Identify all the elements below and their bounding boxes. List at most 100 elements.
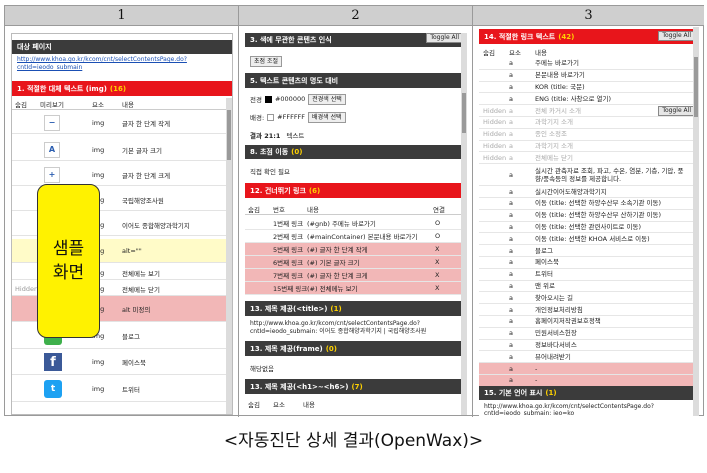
link-text-value[interactable]: 페이스북 bbox=[535, 258, 689, 266]
background-row: 배경: #FFFFFF 배경색 선택 bbox=[245, 111, 467, 123]
link-number: 1번째 링크 bbox=[273, 220, 304, 228]
table-row: a 정보바다서비스 bbox=[479, 340, 699, 352]
link-text-value[interactable]: 본문내용 바로가기 bbox=[535, 71, 689, 79]
font-larger-icon: + bbox=[44, 166, 60, 183]
scrollbar-thumb[interactable] bbox=[694, 57, 698, 117]
link-status: X bbox=[435, 271, 440, 279]
target-page-url[interactable]: http://www.khoa.go.kr/kcom/cnt/selectCon… bbox=[12, 56, 232, 80]
col-hidden: 숨김 bbox=[248, 401, 260, 409]
element-type: a bbox=[509, 118, 513, 127]
link-text-value[interactable]: 민원서비스헌장 bbox=[535, 329, 689, 337]
link-text-value[interactable]: 뷰어내려받기 bbox=[535, 353, 689, 361]
col-element: 요소 bbox=[92, 100, 104, 109]
link-text-value[interactable]: 찾아오시는 길 bbox=[535, 294, 689, 302]
section-contrast: 5. 텍스트 콘텐츠의 명도 대비 bbox=[245, 73, 467, 88]
link-text-value[interactable]: - bbox=[535, 365, 689, 373]
table-row: Hidden a 과학기지 소개 bbox=[479, 117, 699, 129]
link-text-value[interactable]: 맨 위로 bbox=[535, 282, 689, 290]
col-number: 번호 bbox=[273, 205, 285, 214]
scrollbar-thumb[interactable] bbox=[462, 93, 466, 133]
col-hidden: 숨김 bbox=[248, 205, 260, 214]
element-type: a bbox=[509, 234, 513, 243]
table-row: − img 글자 한 단계 작게 bbox=[12, 112, 232, 134]
section-frame-title: 13. 제목 제공(frame) (0) bbox=[245, 341, 467, 356]
background-swatch bbox=[267, 113, 275, 121]
link-target: (#) 글자 한 단계 크게 bbox=[307, 272, 368, 280]
alt-text-value: 이어도 종합해양과학기지 bbox=[122, 221, 190, 230]
col-element: 요소 bbox=[509, 48, 521, 57]
link-text-value[interactable]: 과학기지 소개 bbox=[535, 142, 689, 150]
link-text-value[interactable]: 개인정보처리방침 bbox=[535, 306, 689, 314]
table-row: Hidden a 종인 소정조 bbox=[479, 129, 699, 141]
link-text-value[interactable]: 종인 소정조 bbox=[535, 130, 689, 138]
link-text-value[interactable]: 이동 (title: 선택한 KHOA 서비스로 이동) bbox=[535, 235, 689, 243]
section-count: (42) bbox=[558, 32, 575, 41]
element-type: img bbox=[92, 385, 105, 393]
section-title: 8. 초점 이동 bbox=[250, 148, 289, 156]
focus-adjust-button[interactable]: 초점 조절 bbox=[250, 55, 282, 67]
scrollbar-thumb[interactable] bbox=[227, 110, 231, 160]
section-title: 1. 적절한 대체 텍스트 (img) bbox=[17, 84, 107, 93]
table-row: a 트위터 bbox=[479, 269, 699, 281]
link-text-value[interactable]: 실시간이어도해양과학기지 bbox=[535, 188, 689, 196]
table-header: 숨김 번호 내용 연결 bbox=[245, 203, 467, 215]
link-text-value[interactable]: 이동 (title: 선택한 하양수산부 산하기관 이동) bbox=[535, 211, 689, 219]
alt-text-value: alt 미정의 bbox=[122, 305, 151, 314]
link-text-value[interactable]: ENG (title: 사창으로 열기) bbox=[535, 95, 689, 103]
link-text-value[interactable]: 이동 (title: 선택한 관련사이트로 이동) bbox=[535, 223, 689, 231]
section-language: 15. 기본 언어 표시 (1) bbox=[479, 386, 699, 400]
table-row: 2번째 링크 (#mainContainer) 본문내용 바로가기 O bbox=[245, 230, 467, 243]
link-text-value[interactable]: 블로그 bbox=[535, 247, 689, 255]
section-title: 13. 제목 제공(<h1>~<h6>) bbox=[250, 382, 349, 391]
background-select-button[interactable]: 배경색 선택 bbox=[308, 111, 346, 123]
element-type: img bbox=[92, 118, 105, 127]
sample-screen-text: 샘플 화면 bbox=[52, 239, 85, 283]
section-count: (1) bbox=[545, 389, 557, 397]
section-skip-links: 12. 건너뛰기 링크 (6) bbox=[245, 183, 467, 198]
link-text-value[interactable]: 주메뉴 바로가기 bbox=[535, 59, 689, 67]
link-number: 6번째 링크 bbox=[273, 259, 304, 267]
table-row: a 블로그 bbox=[479, 245, 699, 257]
element-type: a bbox=[509, 293, 513, 302]
alt-text-value: 글자 한 단계 작게 bbox=[122, 119, 171, 128]
section-title: 15. 기본 언어 표시 bbox=[484, 389, 543, 397]
link-text-value[interactable]: - bbox=[535, 376, 689, 384]
foreground-row: 전경 #000000 전경색 선택 bbox=[245, 93, 467, 105]
section-count: (0) bbox=[325, 344, 337, 353]
table-row: a 홈페이지저작권보호정책 bbox=[479, 316, 699, 328]
hidden-flag: Hidden bbox=[483, 130, 507, 139]
scrollbar[interactable] bbox=[226, 98, 232, 414]
link-text-value[interactable]: 정보바다서비스 bbox=[535, 341, 689, 349]
link-text-value[interactable]: 과학기지 소개 bbox=[535, 118, 689, 126]
link-text-value[interactable]: 홈페이지저작권보호정책 bbox=[535, 317, 689, 325]
foreground-value: #000000 bbox=[274, 95, 306, 103]
element-type: a bbox=[509, 352, 513, 361]
link-status: O bbox=[435, 219, 441, 227]
section-count: (7) bbox=[351, 382, 363, 391]
foreground-select-button[interactable]: 전경색 선택 bbox=[308, 93, 346, 105]
toggle-all-button[interactable]: Toggle All bbox=[658, 31, 695, 41]
link-text-value[interactable]: 트위터 bbox=[535, 270, 689, 278]
element-type: a bbox=[509, 270, 513, 279]
element-type: a bbox=[509, 340, 513, 349]
facebook-icon: f bbox=[44, 353, 62, 371]
link-text-value[interactable]: KOR (title: 국문) bbox=[535, 83, 689, 91]
section-count: (0) bbox=[291, 148, 303, 156]
link-text-value[interactable]: 실시간 관측자료 조회, 파고, 수온, 염분, 기층, 기압, 풍향/풍속등의… bbox=[535, 167, 689, 183]
section-title: 13. 제목 제공(<title>) bbox=[250, 304, 328, 313]
toggle-all-button[interactable]: Toggle All bbox=[426, 33, 463, 43]
toggle-all-button[interactable]: Toggle All bbox=[658, 106, 695, 116]
table-row: 5번째 링크 (#) 글자 한 단계 작게 X bbox=[245, 243, 467, 256]
link-text-value[interactable]: 이동 (title: 선택한 하양수산부 소속기관 이동) bbox=[535, 199, 689, 207]
foreground-label: 전경 bbox=[250, 96, 262, 104]
scrollbar[interactable] bbox=[693, 27, 699, 416]
scrollbar[interactable] bbox=[461, 33, 467, 415]
font-smaller-icon: − bbox=[44, 114, 60, 131]
background-label: 배경: bbox=[250, 114, 265, 122]
table-row: a 실시간 관측자료 조회, 파고, 수온, 염분, 기층, 기압, 풍향/풍속등… bbox=[479, 164, 699, 187]
column-header-1: 1 bbox=[5, 6, 238, 26]
alt-text-value: 글자 한 단계 크게 bbox=[122, 171, 171, 180]
link-text-value[interactable]: 전체메뉴 닫기 bbox=[535, 154, 689, 162]
table-row: a 민원서비스헌장 bbox=[479, 328, 699, 340]
focus-move-note: 직접 확인 필요 bbox=[250, 168, 291, 176]
